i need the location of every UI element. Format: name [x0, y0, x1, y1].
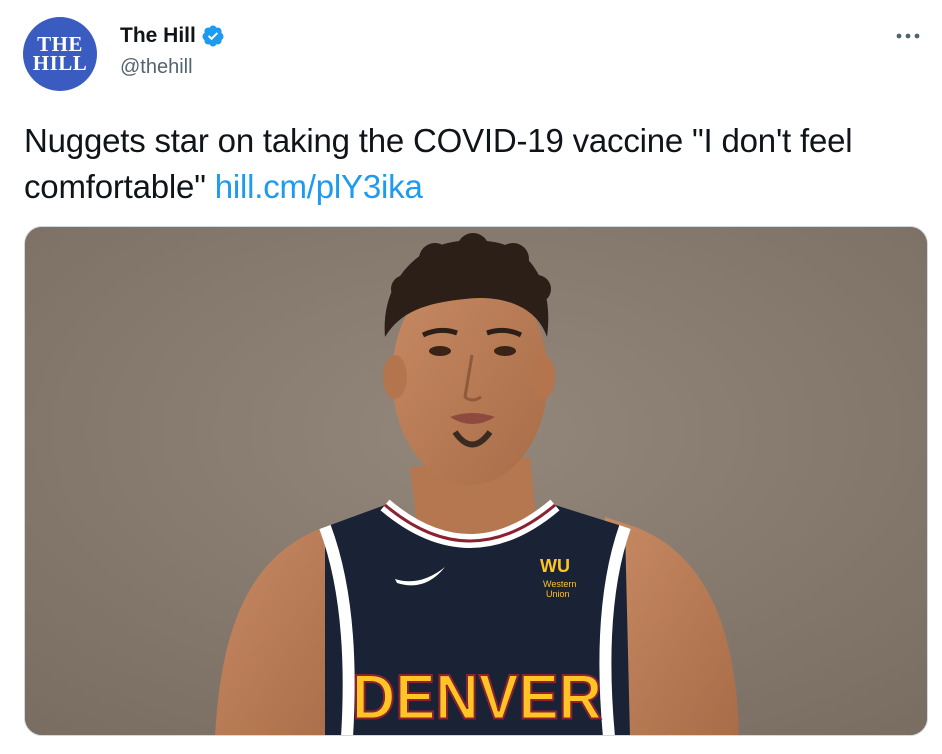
sponsor-name-line-1: Western: [543, 579, 576, 589]
sponsor-logo-text: WU: [540, 556, 570, 576]
avatar-logo-line-2: HILL: [32, 51, 88, 75]
author-handle[interactable]: @thehill: [120, 56, 193, 79]
verified-badge-icon: [201, 24, 225, 48]
author-display-name[interactable]: The Hill: [120, 24, 196, 48]
tweet-body-text: Nuggets star on taking the COVID-19 vacc…: [24, 122, 853, 205]
tweet-card: THE HILL The Hill @thehill Nuggets star …: [0, 0, 942, 754]
more-dots-icon: [896, 33, 920, 39]
tweet-text: Nuggets star on taking the COVID-19 vacc…: [24, 118, 914, 210]
player-photo-illustration: WU Western Union DENVER: [25, 227, 927, 735]
tweet-photo[interactable]: WU Western Union DENVER: [24, 226, 928, 736]
author-name-row: The Hill: [120, 23, 225, 49]
sponsor-name-line-2: Union: [546, 589, 570, 599]
jersey-wordmark: DENVER: [352, 662, 602, 733]
tweet-link[interactable]: hill.cm/plY3ika: [215, 168, 423, 205]
avatar[interactable]: THE HILL: [23, 17, 97, 91]
more-options-button[interactable]: [892, 24, 924, 48]
